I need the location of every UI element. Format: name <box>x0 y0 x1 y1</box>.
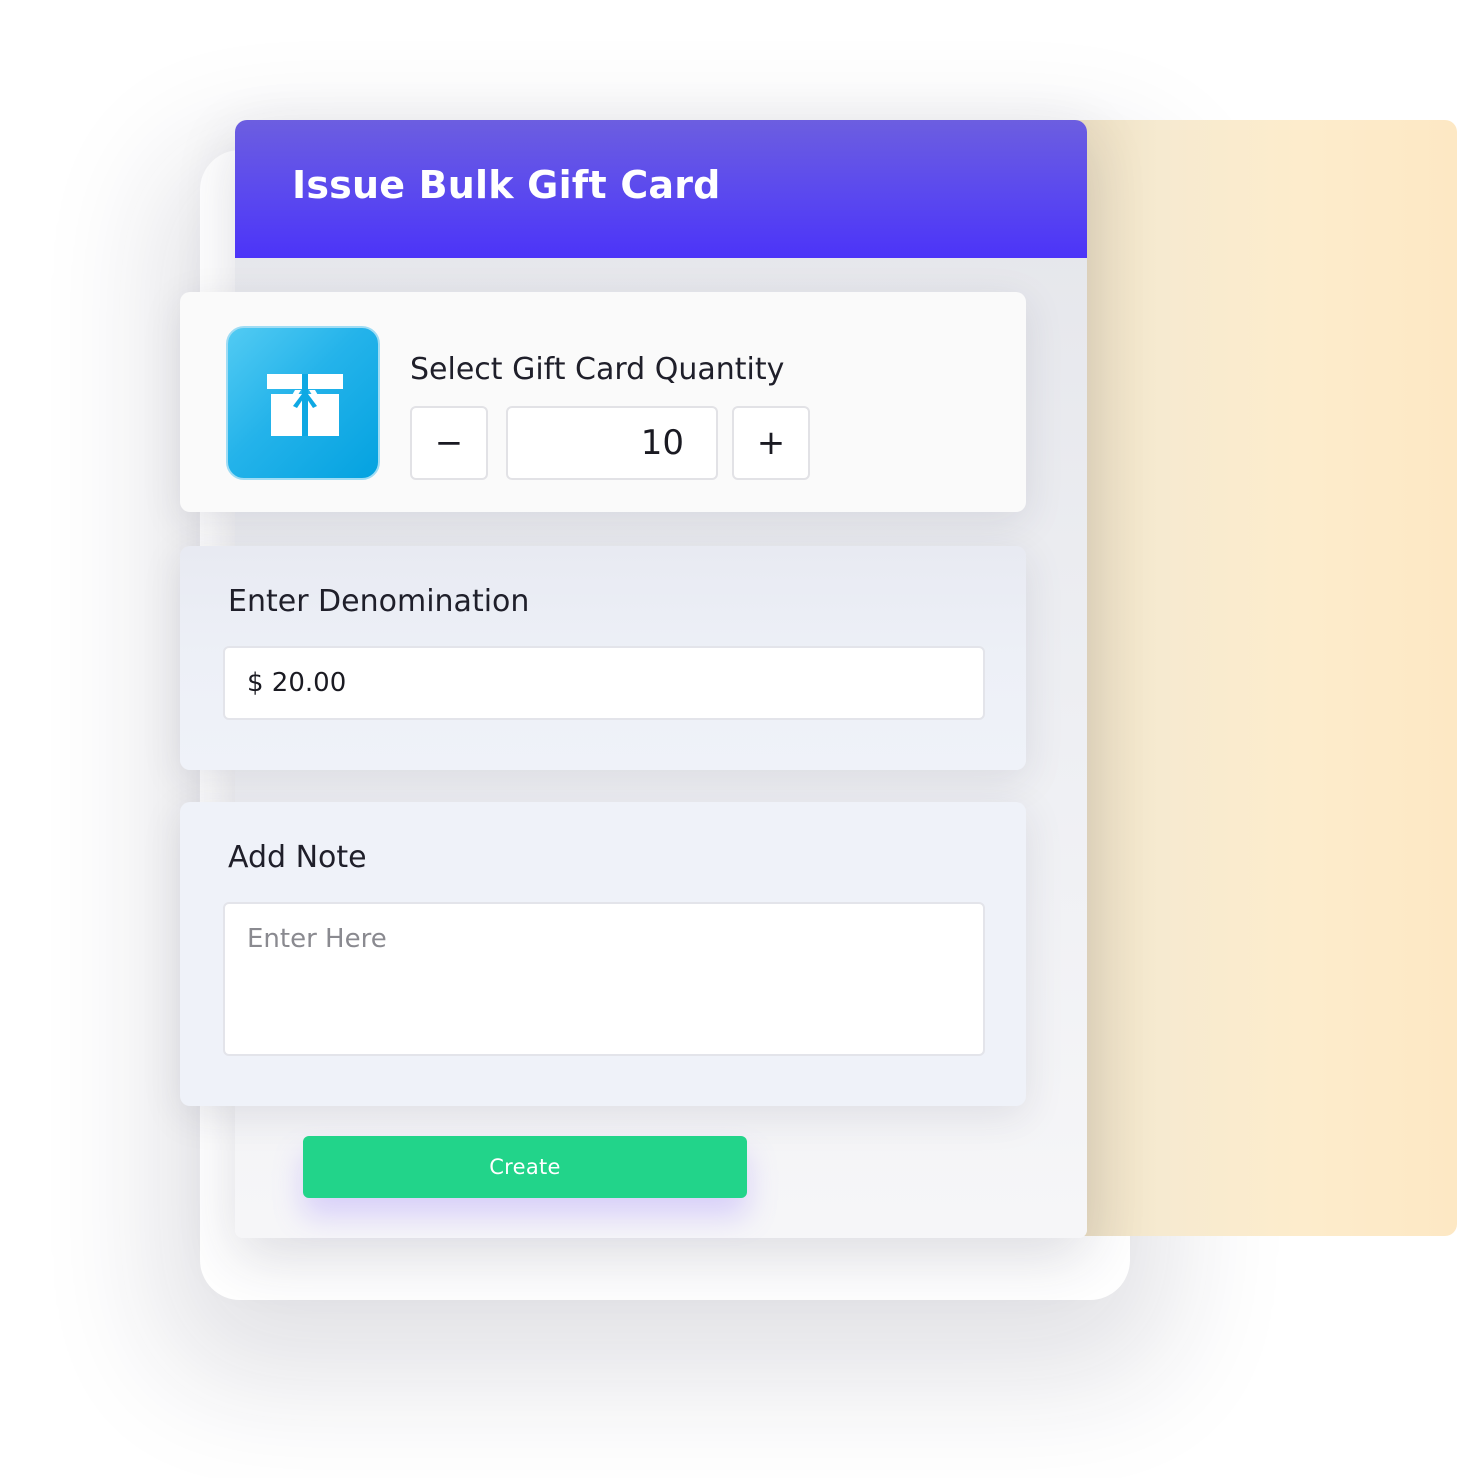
minus-icon: − <box>434 423 464 463</box>
plus-icon: + <box>756 423 786 463</box>
gift-icon <box>267 374 343 436</box>
note-label: Add Note <box>228 840 367 875</box>
denomination-card: Enter Denomination <box>180 546 1026 770</box>
decrement-button[interactable]: − <box>410 406 488 480</box>
backdrop-card <box>1060 120 1457 1236</box>
gift-tile <box>226 326 380 480</box>
panel-header: Issue Bulk Gift Card <box>235 120 1087 258</box>
denomination-label: Enter Denomination <box>228 584 530 619</box>
note-textarea[interactable] <box>223 902 985 1056</box>
stage: Issue Bulk Gift Card Select Gift Card Qu… <box>0 0 1457 1478</box>
quantity-label: Select Gift Card Quantity <box>410 352 785 387</box>
note-card: Add Note <box>180 802 1026 1106</box>
page-title: Issue Bulk Gift Card <box>292 163 721 207</box>
denomination-input[interactable] <box>223 646 985 720</box>
quantity-card: Select Gift Card Quantity − + <box>180 292 1026 512</box>
increment-button[interactable]: + <box>732 406 810 480</box>
quantity-input[interactable] <box>506 406 718 480</box>
create-button[interactable]: Create <box>303 1136 747 1198</box>
